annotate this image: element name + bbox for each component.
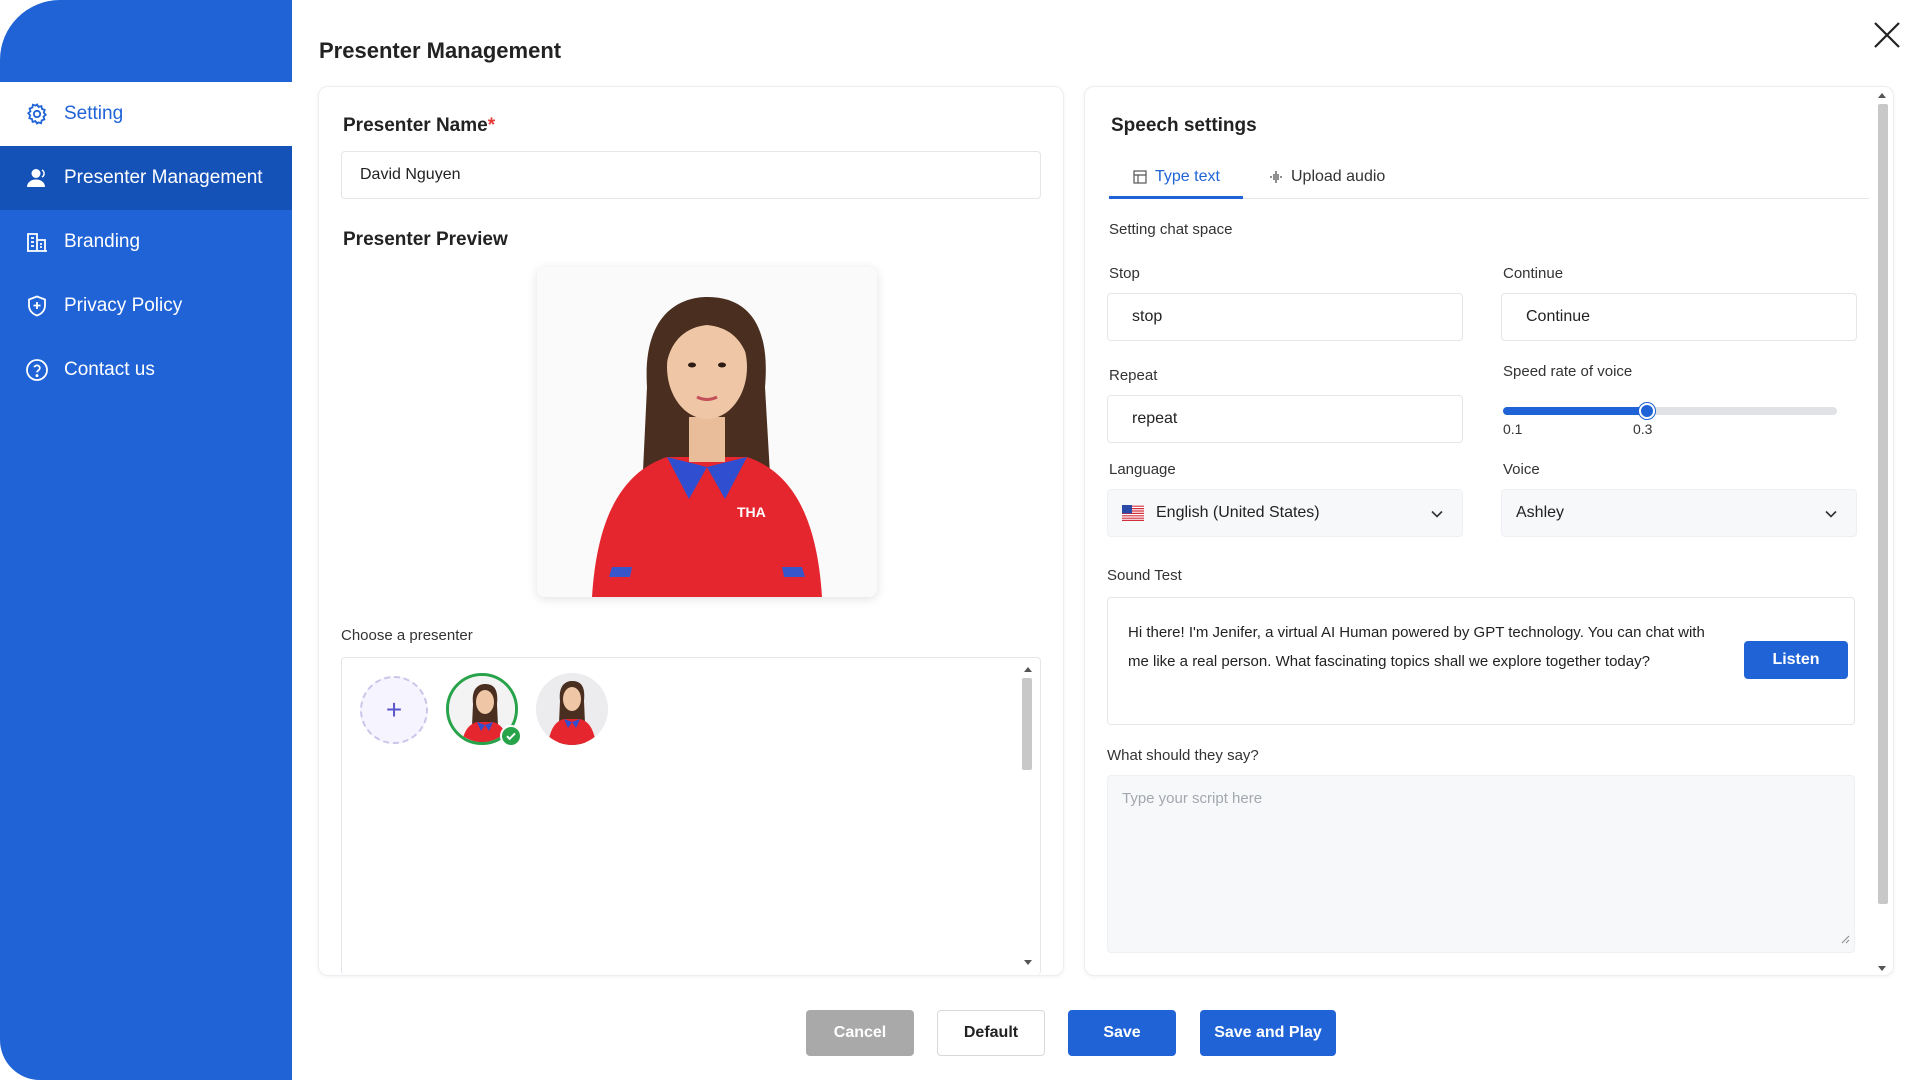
speed-min-label: 0.1	[1503, 421, 1523, 437]
script-textarea[interactable]: Type your script here	[1107, 775, 1855, 953]
tab-upload-audio[interactable]: Upload audio	[1269, 155, 1385, 199]
voice-select[interactable]: Ashley	[1501, 489, 1857, 537]
audio-wave-icon	[1269, 170, 1283, 184]
voice-label: Voice	[1503, 461, 1540, 478]
tab-type-text[interactable]: Type text	[1133, 155, 1220, 199]
active-tab-indicator	[1109, 196, 1243, 199]
repeat-input[interactable]: repeat	[1107, 395, 1463, 443]
sound-test-text: Hi there! I'm Jenifer, a virtual AI Huma…	[1128, 624, 1705, 670]
presenter-name-input[interactable]: David Nguyen	[341, 151, 1041, 199]
close-button[interactable]	[1872, 20, 1902, 50]
sidebar-item-presenter-management[interactable]: Presenter Management	[0, 146, 292, 210]
sidebar-item-branding[interactable]: Branding	[0, 210, 292, 274]
stop-label: Stop	[1109, 265, 1140, 282]
speech-settings-title: Speech settings	[1111, 115, 1257, 136]
tab-label: Type text	[1155, 168, 1220, 185]
presenter-name-label: Presenter Name*	[343, 115, 495, 137]
speech-settings-panel: Speech settings Type text Upload audio S…	[1084, 86, 1894, 976]
default-button[interactable]: Default	[937, 1010, 1045, 1056]
sidebar-item-label: Branding	[64, 231, 141, 252]
user-icon	[24, 165, 50, 191]
slider-fill	[1503, 407, 1647, 415]
chevron-down-icon	[1824, 507, 1838, 526]
presenter-name-label-text: Presenter Name	[343, 115, 488, 136]
voice-value: Ashley	[1516, 504, 1565, 521]
sidebar-item-label: Contact us	[64, 359, 155, 380]
stop-input[interactable]: stop	[1107, 293, 1463, 341]
presenter-name-value: David Nguyen	[360, 166, 461, 183]
gear-icon	[24, 101, 50, 127]
presenter-panel: Presenter Name* David Nguyen Presenter P…	[318, 86, 1064, 976]
continue-label: Continue	[1503, 265, 1564, 282]
building-icon	[24, 229, 50, 255]
script-label: What should they say?	[1107, 747, 1259, 764]
presenter-preview-image: THA	[537, 267, 877, 597]
presenter-chooser: +	[341, 657, 1041, 975]
table-icon	[1133, 170, 1147, 184]
add-presenter-button[interactable]: +	[360, 676, 428, 744]
language-value: English (United States)	[1156, 504, 1320, 521]
sidebar-item-setting[interactable]: Setting	[0, 82, 292, 146]
presenter-avatar[interactable]	[536, 673, 608, 745]
resize-handle-icon[interactable]	[1840, 931, 1850, 948]
sidebar-item-label: Presenter Management	[64, 167, 263, 188]
presenter-preview-label: Presenter Preview	[343, 229, 508, 250]
close-icon	[1874, 22, 1900, 48]
shield-icon	[24, 293, 50, 319]
sound-test-label: Sound Test	[1107, 567, 1182, 584]
repeat-value: repeat	[1132, 410, 1178, 427]
plus-icon: +	[385, 694, 403, 725]
continue-input[interactable]: Continue	[1501, 293, 1857, 341]
svg-text:THA: THA	[737, 504, 766, 520]
speech-tabs: Type text Upload audio	[1109, 155, 1869, 199]
cancel-button[interactable]: Cancel	[806, 1010, 914, 1056]
language-select[interactable]: English (United States)	[1107, 489, 1463, 537]
stop-value: stop	[1132, 308, 1163, 325]
repeat-label: Repeat	[1109, 367, 1158, 384]
sidebar-item-label: Setting	[64, 103, 124, 124]
selected-check-icon	[500, 725, 522, 747]
question-circle-icon	[24, 357, 50, 383]
sound-test-box: Hi there! I'm Jenifer, a virtual AI Huma…	[1107, 597, 1855, 725]
choose-presenter-label: Choose a presenter	[341, 627, 473, 644]
sidebar-item-contact-us[interactable]: Contact us	[0, 338, 292, 402]
us-flag-icon	[1122, 505, 1144, 521]
continue-value: Continue	[1526, 308, 1591, 325]
page-title: Presenter Management	[319, 38, 562, 63]
listen-button[interactable]: Listen	[1744, 641, 1848, 679]
panel-scroll-thumb[interactable]	[1878, 104, 1888, 904]
speed-rate-label: Speed rate of voice	[1503, 363, 1633, 380]
sidebar-item-privacy-policy[interactable]: Privacy Policy	[0, 274, 292, 338]
speed-rate-slider[interactable]	[1503, 399, 1837, 423]
save-button[interactable]: Save	[1068, 1010, 1176, 1056]
speed-value-label: 0.3	[1633, 421, 1653, 437]
sidebar-item-label: Privacy Policy	[64, 295, 183, 316]
language-label: Language	[1109, 461, 1176, 478]
chat-space-label: Setting chat space	[1109, 221, 1233, 238]
required-mark: *	[487, 115, 496, 136]
presenter-management-window: Setting Presenter Management Branding Pr…	[0, 0, 1920, 1080]
slider-thumb[interactable]	[1639, 403, 1655, 419]
chevron-down-icon	[1430, 507, 1444, 526]
sidebar: Setting Presenter Management Branding Pr…	[0, 0, 292, 1080]
script-placeholder: Type your script here	[1122, 790, 1263, 807]
chooser-scroll-thumb[interactable]	[1022, 678, 1032, 770]
tab-label: Upload audio	[1291, 168, 1386, 185]
save-and-play-button[interactable]: Save and Play	[1200, 1010, 1336, 1056]
